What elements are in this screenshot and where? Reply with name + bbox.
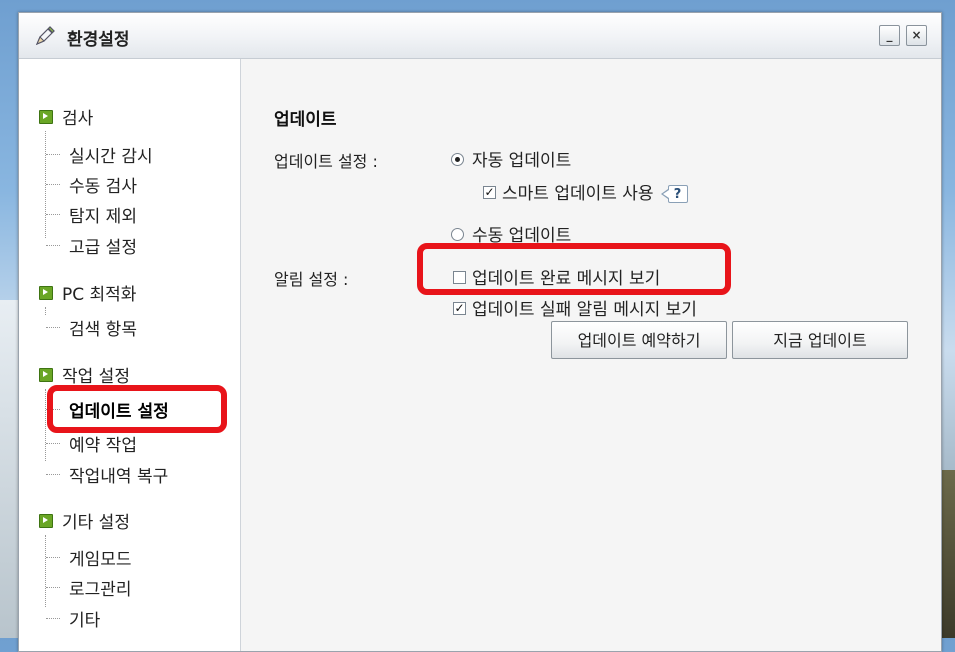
sidebar-item-scheduled-tasks[interactable]: 예약 작업: [46, 431, 137, 456]
green-arrow-icon: [39, 368, 53, 382]
sidebar-category-scan[interactable]: 검사: [39, 104, 94, 129]
green-arrow-icon: [39, 110, 53, 124]
tree-line: [45, 389, 46, 461]
window-title: 환경설정: [67, 30, 130, 50]
help-icon[interactable]: ?: [660, 185, 688, 203]
sidebar-item-log-management[interactable]: 로그관리: [46, 575, 132, 600]
auto-update-radio[interactable]: 자동 업데이트: [451, 146, 571, 171]
green-arrow-icon: [39, 514, 53, 528]
close-button[interactable]: ×: [906, 25, 927, 46]
update-setting-label: 업데이트 설정 :: [274, 152, 378, 171]
smart-update-checkbox[interactable]: ✓ 스마트 업데이트 사용?: [483, 179, 688, 204]
auto-update-label: 자동 업데이트: [472, 151, 572, 171]
sidebar-item-realtime-monitor[interactable]: 실시간 감시: [46, 142, 153, 167]
desktop-background-left: [0, 300, 20, 638]
checkmark-icon: ✓: [483, 184, 496, 199]
tree-line: [45, 307, 46, 315]
sidebar-item-detection-exclusion[interactable]: 탐지 제외: [46, 202, 137, 227]
checkmark-icon: ✓: [453, 300, 466, 315]
highlight-box-sidebar: [47, 385, 227, 433]
main-content: 업데이트 업데이트 설정 : 자동 업데이트 ✓ 스마트 업데이트 사용? 수동 …: [241, 59, 941, 651]
alert-setting-label: 알림 설정 :: [274, 270, 349, 289]
pencil-icon: [35, 26, 55, 46]
radio-unselected-icon: [451, 227, 464, 241]
highlight-box-content: [417, 243, 731, 295]
green-arrow-icon: [39, 286, 53, 300]
sidebar-item-other[interactable]: 기타: [45, 606, 100, 631]
sidebar-item-task-history-restore[interactable]: 작업내역 복구: [45, 462, 168, 487]
show-failure-label: 업데이트 실패 알림 메시지 보기: [472, 300, 697, 320]
sidebar-category-other-settings[interactable]: 기타 설정: [39, 508, 130, 533]
update-now-button[interactable]: 지금 업데이트: [732, 321, 908, 359]
sidebar-category-label: 검사: [62, 109, 94, 129]
sidebar-item-advanced-settings[interactable]: 고급 설정: [46, 233, 137, 258]
sidebar: 검사 실시간 감시 수동 검사 탐지 제외 고급 설정 PC 최적화 검색 항목…: [19, 59, 241, 651]
sidebar-category-label: 작업 설정: [62, 367, 130, 387]
schedule-update-button[interactable]: 업데이트 예약하기: [551, 321, 727, 359]
sidebar-category-pc-optimization[interactable]: PC 최적화: [39, 280, 137, 305]
title-bar[interactable]: 환경설정 _ ×: [19, 13, 941, 59]
settings-window: 환경설정 _ × 검사 실시간 감시 수동 검사 탐지 제외 고급 설정 PC …: [18, 12, 942, 652]
show-failure-checkbox[interactable]: ✓ 업데이트 실패 알림 메시지 보기: [453, 295, 697, 320]
sidebar-category-label: PC 최적화: [62, 285, 137, 305]
sidebar-category-task-settings[interactable]: 작업 설정: [39, 362, 130, 387]
sidebar-item-manual-scan[interactable]: 수동 검사: [46, 172, 137, 197]
minimize-button[interactable]: _: [879, 25, 900, 46]
sidebar-item-search-items[interactable]: 검색 항목: [46, 315, 137, 340]
section-title: 업데이트: [274, 110, 337, 130]
radio-selected-icon: [451, 152, 464, 166]
smart-update-label: 스마트 업데이트 사용: [502, 184, 654, 204]
sidebar-category-label: 기타 설정: [62, 513, 130, 533]
sidebar-item-game-mode[interactable]: 게임모드: [46, 545, 132, 570]
tree-line: [45, 535, 46, 607]
